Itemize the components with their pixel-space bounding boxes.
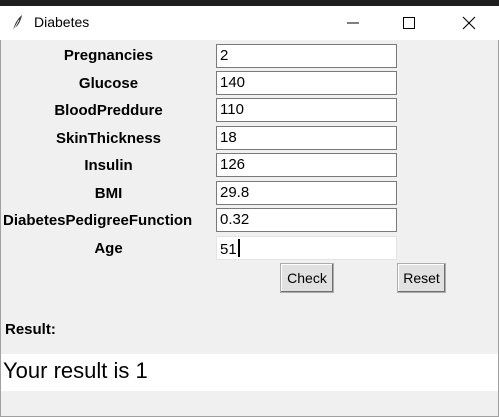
label-insulin: Insulin [84,157,133,174]
age-input-value: 51 [220,241,237,258]
maximize-button[interactable] [386,6,432,40]
label-blood-pressure: BloodPreddure [54,102,163,119]
result-label: Result: [5,321,56,338]
label-glucose: Glucose [78,75,139,92]
diabetes-pedigree-function-input[interactable]: 0.32 [216,208,397,232]
text-caret [237,239,240,257]
insulin-input[interactable]: 126 [216,153,397,177]
blood-pressure-input[interactable]: 110 [216,98,397,122]
label-age: Age [94,240,123,257]
bmi-input[interactable]: 29.8 [216,181,397,205]
main-window: Pregnancies 2 Glucose 140 BloodPreddure … [0,40,499,417]
label-pregnancies: Pregnancies [63,47,154,64]
label-skin-thickness: SkinThickness [55,130,162,147]
reset-button[interactable]: Reset [397,263,446,293]
window-title: Diabetes [34,14,90,30]
close-button[interactable] [446,6,492,40]
glucose-input[interactable]: 140 [216,71,397,95]
pregnancies-input[interactable]: 2 [216,44,397,68]
skin-thickness-input[interactable]: 18 [216,126,397,150]
feather-icon [10,14,24,32]
age-input[interactable]: 51 [216,236,397,260]
check-button[interactable]: Check [280,263,334,293]
result-output: Your result is 1 [1,354,498,391]
title-bar[interactable]: Diabetes [0,6,499,40]
label-diabetes-pedigree-function: DiabetesPedigreeFunction [3,212,193,229]
minimize-button[interactable] [330,6,376,40]
label-bmi: BMI [94,185,123,202]
